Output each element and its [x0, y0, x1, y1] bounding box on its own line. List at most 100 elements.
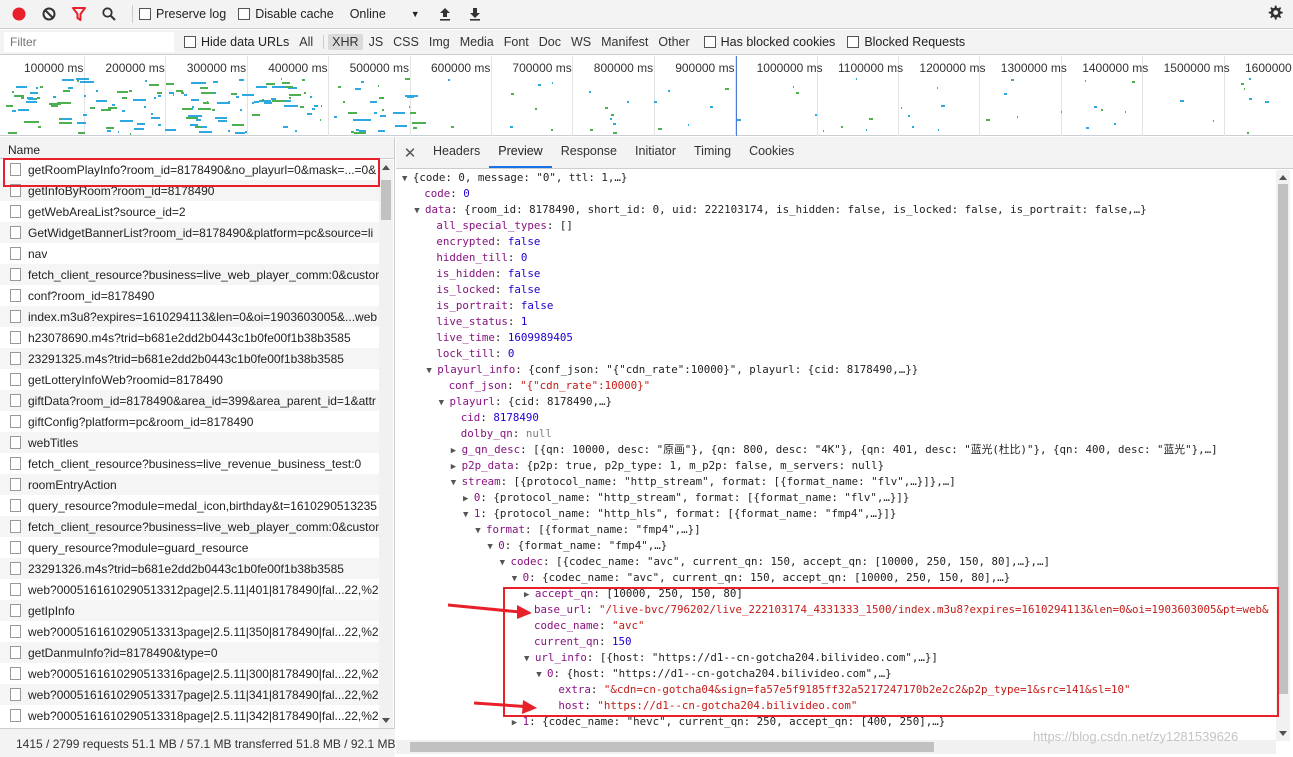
- timeline-overview[interactable]: 100000 ms 200000 ms 300000 ms 400000 ms 5000…: [0, 56, 1293, 136]
- tree-node-expandable[interactable]: ▼ data: {room_id: 8178490, short_id: 0, …: [396, 202, 1276, 218]
- tree-node-expandable[interactable]: ▶ 0: {protocol_name: "http_stream", form…: [396, 490, 1276, 506]
- request-row[interactable]: giftConfig?platform=pc&room_id=8178490: [0, 411, 379, 432]
- scrollbar-thumb[interactable]: [381, 180, 391, 220]
- timeline-request-bar: [194, 125, 203, 128]
- type-filter-js[interactable]: JS: [365, 34, 388, 50]
- request-row[interactable]: getDanmuInfo?id=8178490&type=0: [0, 642, 379, 663]
- request-row[interactable]: web?0005161610290513317page|2.5.11|341|8…: [0, 684, 379, 705]
- scrollbar-thumb[interactable]: [1278, 184, 1288, 694]
- tree-node-expandable[interactable]: ▶ g_qn_desc: [{qn: 10000, desc: "原画"}, {…: [396, 442, 1276, 458]
- request-row[interactable]: getIpInfo: [0, 600, 379, 621]
- checkbox-box[interactable]: [238, 8, 251, 20]
- search-button[interactable]: [96, 1, 122, 27]
- disable-cache-checkbox[interactable]: Disable cache: [238, 7, 334, 21]
- expand-triangle-down-icon[interactable]: ▼: [439, 398, 450, 408]
- request-row[interactable]: getWebAreaList?source_id=2: [0, 201, 379, 222]
- scroll-down-icon[interactable]: [1279, 731, 1287, 736]
- type-filter-manifest[interactable]: Manifest: [597, 34, 652, 50]
- request-row[interactable]: conf?room_id=8178490: [0, 285, 379, 306]
- checkbox-box[interactable]: [703, 36, 716, 48]
- request-row[interactable]: web?0005161610290513313page|2.5.11|350|8…: [0, 621, 379, 642]
- import-har-button[interactable]: [432, 1, 458, 27]
- request-row[interactable]: fetch_client_resource?business=live_reve…: [0, 453, 379, 474]
- request-row[interactable]: 23291325.m4s?trid=b681e2dd2b0443c1b0fe00…: [0, 348, 379, 369]
- tree-node-expandable[interactable]: ▼ 1: {protocol_name: "http_hls", format:…: [396, 506, 1276, 522]
- tree-node-expandable[interactable]: ▼ playurl_info: {conf_json: "{"cdn_rate"…: [396, 362, 1276, 378]
- type-filter-other[interactable]: Other: [654, 34, 693, 50]
- record-button[interactable]: [6, 1, 32, 27]
- type-filter-css[interactable]: CSS: [389, 34, 423, 50]
- close-detail-icon[interactable]: ✕: [396, 138, 424, 168]
- tab-cookies[interactable]: Cookies: [740, 144, 803, 168]
- request-row[interactable]: roomEntryAction: [0, 474, 379, 495]
- checkbox-box[interactable]: [847, 36, 860, 48]
- scroll-down-icon[interactable]: [382, 718, 390, 723]
- expand-triangle-down-icon[interactable]: ▼: [402, 174, 413, 184]
- tab-preview[interactable]: Preview: [489, 144, 552, 168]
- tree-node-expandable[interactable]: ▶ p2p_data: {p2p: true, p2p_type: 1, m_p…: [396, 458, 1276, 474]
- clear-button[interactable]: [36, 1, 62, 27]
- export-har-button[interactable]: [462, 1, 488, 27]
- checkbox-box[interactable]: [139, 8, 151, 20]
- checkbox-box[interactable]: [184, 36, 196, 48]
- expand-triangle-down-icon[interactable]: ▼: [451, 478, 462, 488]
- throttling-select[interactable]: Online ▼: [346, 4, 424, 24]
- request-row[interactable]: query_resource?module=medal_icon,birthda…: [0, 495, 379, 516]
- tree-node-expandable[interactable]: ▼ codec: [{codec_name: "avc", current_qn…: [396, 554, 1276, 570]
- request-row[interactable]: query_resource?module=guard_resource: [0, 537, 379, 558]
- scrollbar-thumb[interactable]: [410, 742, 934, 752]
- tree-node-expandable[interactable]: ▼ playurl: {cid: 8178490,…}: [396, 394, 1276, 410]
- request-row[interactable]: h23078690.m4s?trid=b681e2dd2b0443c1b0fe0…: [0, 327, 379, 348]
- request-row[interactable]: nav: [0, 243, 379, 264]
- expand-triangle-down-icon[interactable]: ▼: [414, 206, 425, 216]
- request-row[interactable]: index.m3u8?expires=1610294113&len=0&oi=1…: [0, 306, 379, 327]
- type-filter-img[interactable]: Img: [425, 34, 454, 50]
- tree-node-expandable[interactable]: ▼ stream: [{protocol_name: "http_stream"…: [396, 474, 1276, 490]
- filter-input[interactable]: [4, 32, 174, 52]
- request-row[interactable]: web?0005161610290513316page|2.5.11|300|8…: [0, 663, 379, 684]
- tree-node-expandable[interactable]: ▼ 0: {format_name: "fmp4",…}: [396, 538, 1276, 554]
- scroll-up-icon[interactable]: [382, 165, 390, 170]
- expand-triangle-down-icon[interactable]: ▼: [463, 510, 474, 520]
- request-row[interactable]: web?0005161610290513318page|2.5.11|342|8…: [0, 705, 379, 726]
- blocked-requests-checkbox[interactable]: Blocked Requests: [847, 35, 965, 49]
- expand-triangle-right-icon[interactable]: ▶: [451, 462, 462, 472]
- hide-data-urls-checkbox[interactable]: Hide data URLs: [184, 35, 289, 49]
- tree-node-expandable[interactable]: ▼ {code: 0, message: "0", ttl: 1,…}: [396, 170, 1276, 186]
- request-row[interactable]: 23291326.m4s?trid=b681e2dd2b0443c1b0fe00…: [0, 558, 379, 579]
- tree-node-expandable[interactable]: ▼ 0: {codec_name: "avc", current_qn: 150…: [396, 570, 1276, 586]
- type-filter-all[interactable]: All: [295, 34, 317, 50]
- has-blocked-cookies-checkbox[interactable]: Has blocked cookies: [703, 35, 835, 49]
- tab-timing[interactable]: Timing: [685, 144, 740, 168]
- request-row[interactable]: web?0005161610290513312page|2.5.11|401|8…: [0, 579, 379, 600]
- expand-triangle-down-icon[interactable]: ▼: [500, 558, 511, 568]
- type-filter-ws[interactable]: WS: [567, 34, 595, 50]
- preserve-log-checkbox[interactable]: Preserve log: [139, 7, 226, 21]
- filter-toggle-button[interactable]: [66, 1, 92, 27]
- request-row[interactable]: fetch_client_resource?business=live_web_…: [0, 264, 379, 285]
- expand-triangle-down-icon[interactable]: ▼: [512, 574, 523, 584]
- expand-triangle-right-icon[interactable]: ▶: [463, 494, 474, 504]
- tab-headers[interactable]: Headers: [424, 144, 489, 168]
- type-filter-doc[interactable]: Doc: [535, 34, 565, 50]
- request-row[interactable]: getLotteryInfoWeb?roomid=8178490: [0, 369, 379, 390]
- settings-button[interactable]: [1267, 5, 1283, 24]
- expand-triangle-down-icon[interactable]: ▼: [426, 366, 437, 376]
- expand-triangle-right-icon[interactable]: ▶: [451, 446, 462, 456]
- json-value: {room_id: 8178490, short_id: 0, uid: 222…: [464, 203, 1147, 216]
- scroll-up-icon[interactable]: [1279, 175, 1287, 180]
- request-row[interactable]: GetWidgetBannerList?room_id=8178490&plat…: [0, 222, 379, 243]
- request-row[interactable]: fetch_client_resource?business=live_web_…: [0, 516, 379, 537]
- request-row[interactable]: webTitles: [0, 432, 379, 453]
- tree-node-expandable[interactable]: ▼ format: [{format_name: "fmp4",…}]: [396, 522, 1276, 538]
- request-row[interactable]: giftData?room_id=8178490&area_id=399&are…: [0, 390, 379, 411]
- expand-triangle-down-icon[interactable]: ▼: [475, 526, 486, 536]
- type-filter-font[interactable]: Font: [500, 34, 533, 50]
- tab-response[interactable]: Response: [552, 144, 626, 168]
- request-list-scrollbar[interactable]: [379, 160, 393, 728]
- type-filter-media[interactable]: Media: [456, 34, 498, 50]
- tab-initiator[interactable]: Initiator: [626, 144, 685, 168]
- type-filter-xhr[interactable]: XHR: [328, 34, 363, 50]
- name-column-header[interactable]: Name: [0, 137, 394, 159]
- expand-triangle-down-icon[interactable]: ▼: [487, 542, 498, 552]
